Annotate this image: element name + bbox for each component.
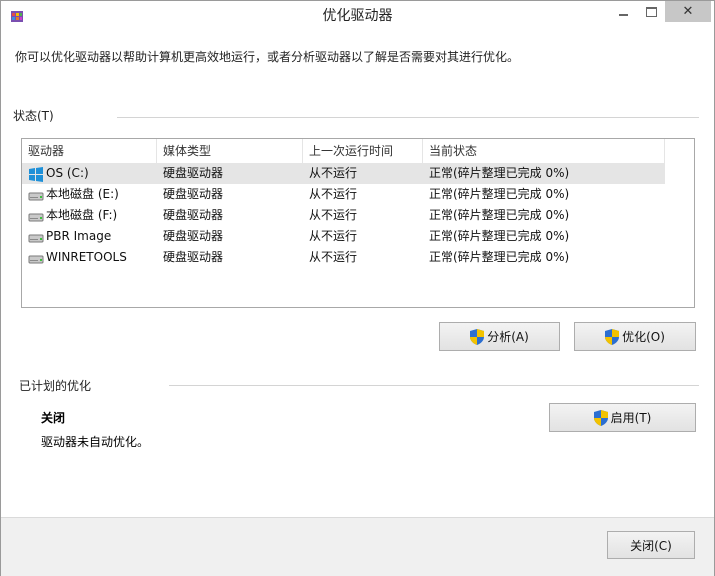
column-header-media-type[interactable]: 媒体类型 [157,139,303,163]
drive-name: WINRETOOLS [46,250,127,264]
last-run-cell: 从不运行 [309,250,358,264]
media-type-cell: 硬盘驱动器 [163,166,224,180]
column-header-current-status[interactable]: 当前状态 [423,139,665,163]
drive-list[interactable]: 驱动器 媒体类型 上一次运行时间 当前状态 OS (C:) 硬盘驱动器 从不运行… [21,138,695,308]
status-divider [117,117,699,118]
drive-rows: OS (C:) 硬盘驱动器 从不运行 正常(碎片整理已完成 0%) 本地磁盘 (… [22,163,694,268]
drive-row[interactable]: PBR Image 硬盘驱动器 从不运行 正常(碎片整理已完成 0%) [22,226,665,247]
current-status-cell: 正常(碎片整理已完成 0%) [429,166,570,180]
schedule-description: 驱动器未自动优化。 [41,435,150,449]
enable-button-label: 启用(T) [610,411,652,425]
schedule-state: 关闭 [41,411,66,425]
enable-schedule-button[interactable]: 启用(T) [549,403,696,432]
dialog-footer: 关闭(C) [1,517,714,576]
maximize-icon [645,6,657,17]
drive-name: 本地磁盘 (E:) [46,187,119,201]
hard-drive-icon [28,255,44,263]
last-run-cell: 从不运行 [309,166,358,180]
last-run-cell: 从不运行 [309,208,358,222]
drive-name-cell: 本地磁盘 (E:) [22,184,157,205]
current-status-cell: 正常(碎片整理已完成 0%) [429,187,570,201]
close-button[interactable]: 关闭(C) [607,531,695,559]
drive-row[interactable]: WINRETOOLS 硬盘驱动器 从不运行 正常(碎片整理已完成 0%) [22,247,665,268]
column-header-drive[interactable]: 驱动器 [22,139,157,163]
maximize-button[interactable] [637,1,665,22]
uac-shield-icon [605,328,620,345]
minimize-button[interactable] [609,1,637,22]
optimize-button-label: 优化(O) [622,330,665,344]
drive-row[interactable]: 本地磁盘 (F:) 硬盘驱动器 从不运行 正常(碎片整理已完成 0%) [22,205,665,226]
media-type-cell: 硬盘驱动器 [163,250,224,264]
uac-shield-icon [470,328,485,345]
media-type-cell: 硬盘驱动器 [163,187,224,201]
drive-name: 本地磁盘 (F:) [46,208,118,222]
current-status-cell: 正常(碎片整理已完成 0%) [429,229,570,243]
status-section-label: 状态(T) [13,109,54,123]
media-type-cell: 硬盘驱动器 [163,208,224,222]
uac-shield-icon [593,409,608,426]
scheduled-divider [169,385,699,386]
optimize-drives-window: 优化驱动器 ✕ 你可以优化驱动器以帮助计算机更高效地运行，或者分析驱动器以了解是… [0,0,715,576]
drive-name: OS (C:) [46,166,89,180]
drive-name-cell: OS (C:) [22,163,157,184]
drive-name: PBR Image [46,229,112,243]
title-bar[interactable]: 优化驱动器 ✕ [1,1,714,31]
minimize-icon [618,13,628,16]
hard-drive-icon [28,234,44,242]
window-title: 优化驱动器 [322,8,393,24]
scheduled-section-label: 已计划的优化 [19,379,92,393]
close-icon: ✕ [682,4,694,19]
hard-drive-icon [28,192,44,200]
media-type-cell: 硬盘驱动器 [163,229,224,243]
content-panel: 你可以优化驱动器以帮助计算机更高效地运行，或者分析驱动器以了解是否需要对其进行优… [1,31,714,517]
analyze-button-label: 分析(A) [487,330,529,344]
column-header-last-run[interactable]: 上一次运行时间 [303,139,423,163]
last-run-cell: 从不运行 [309,187,358,201]
drive-row[interactable]: 本地磁盘 (E:) 硬盘驱动器 从不运行 正常(碎片整理已完成 0%) [22,184,665,205]
hard-drive-icon [28,213,44,221]
current-status-cell: 正常(碎片整理已完成 0%) [429,250,570,264]
close-button-label: 关闭(C) [630,538,672,553]
column-header-filler [665,139,694,163]
close-window-button[interactable]: ✕ [665,1,711,22]
drive-row[interactable]: OS (C:) 硬盘驱动器 从不运行 正常(碎片整理已完成 0%) [22,163,665,184]
description-text: 你可以优化驱动器以帮助计算机更高效地运行，或者分析驱动器以了解是否需要对其进行优… [15,50,520,64]
drive-name-cell: 本地磁盘 (F:) [22,205,157,226]
optimize-button[interactable]: 优化(O) [574,322,696,351]
drive-list-header: 驱动器 媒体类型 上一次运行时间 当前状态 [22,139,694,163]
drive-name-cell: WINRETOOLS [22,247,157,268]
current-status-cell: 正常(碎片整理已完成 0%) [429,208,570,222]
analyze-button[interactable]: 分析(A) [439,322,560,351]
drive-name-cell: PBR Image [22,226,157,247]
last-run-cell: 从不运行 [309,229,358,243]
windows-drive-icon [29,166,43,182]
